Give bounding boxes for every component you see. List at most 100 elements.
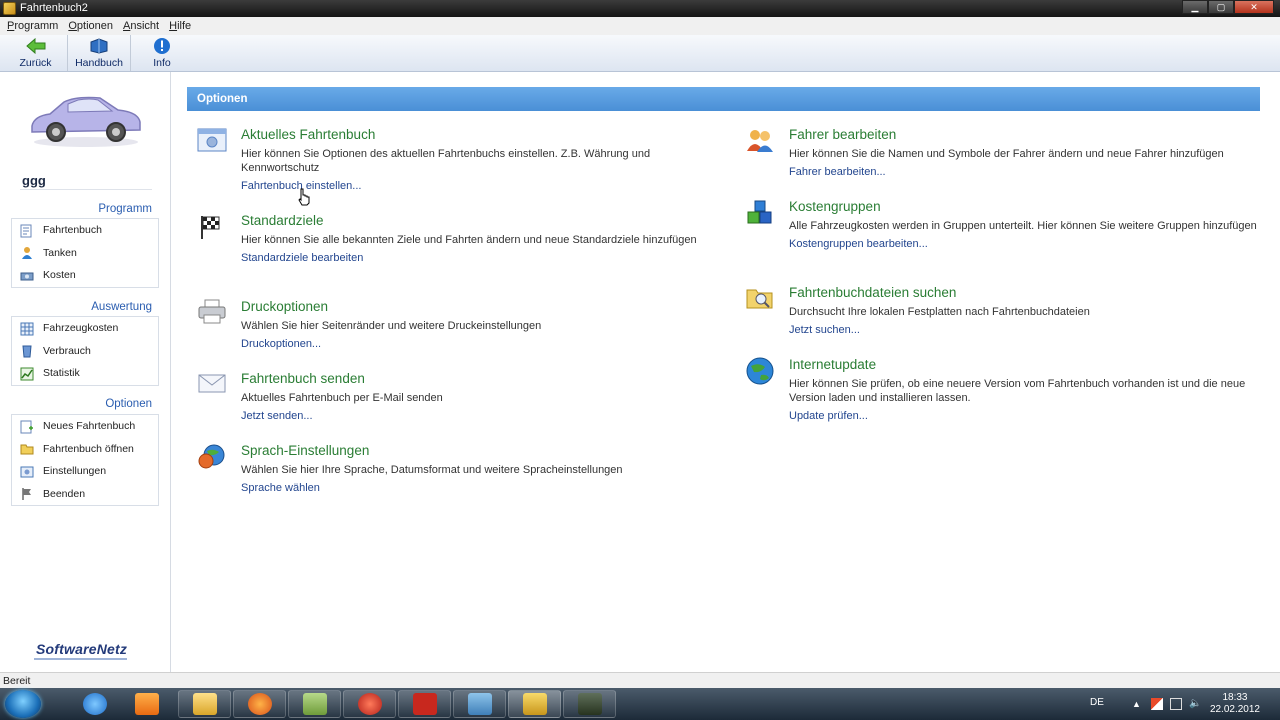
cubes-icon: [745, 199, 775, 227]
filezilla-icon: [412, 693, 437, 715]
window-title: Fahrtenbuch2: [20, 2, 88, 14]
option-link[interactable]: Update prüfen...: [789, 410, 1259, 422]
people-icon: [467, 693, 492, 715]
option-description: Hier können Sie alle bekannten Ziele und…: [241, 234, 697, 246]
option-title: Fahrtenbuch senden: [241, 371, 365, 386]
title-bar: Fahrtenbuch2 ▁ ▢ ✕: [0, 0, 1280, 17]
start-button[interactable]: [5, 690, 41, 718]
language-indicator[interactable]: DE: [1090, 697, 1104, 708]
car-icon: [28, 92, 144, 151]
info-button[interactable]: Info: [131, 35, 193, 71]
sidebar-item-beenden[interactable]: Beenden: [12, 483, 158, 506]
flag-icon: [20, 487, 34, 501]
section-banner: Optionen: [187, 87, 1260, 111]
taskbar-firefox[interactable]: [233, 690, 286, 718]
sidebar-item-label: Fahrtenbuch öffnen: [43, 442, 134, 455]
menu-ansicht[interactable]: Ansicht: [119, 20, 163, 32]
clock[interactable]: 18:33 22.02.2012: [1210, 692, 1260, 716]
option-description: Hier können Sie prüfen, ob eine neuere V…: [789, 378, 1246, 404]
back-button[interactable]: Zurück: [0, 35, 68, 71]
sidebar-item-label: Beenden: [43, 487, 86, 500]
option-link[interactable]: Standardziele bearbeiten: [241, 252, 711, 264]
taskbar-explorer[interactable]: [178, 690, 231, 718]
table-icon: [20, 322, 34, 336]
group-title-auswertung: Auswertung: [91, 301, 152, 313]
option-title: Aktuelles Fahrtenbuch: [241, 127, 376, 142]
sidebar-item-verbrauch[interactable]: Verbrauch: [12, 340, 158, 363]
sidebar-item-kosten[interactable]: Kosten: [12, 264, 158, 287]
car-icon: [522, 693, 547, 715]
app-icon: [357, 693, 382, 715]
toolbar: Zurück Handbuch Info: [0, 35, 1280, 72]
volume-icon[interactable]: 🔈: [1189, 698, 1201, 710]
taskbar-notes[interactable]: [288, 690, 341, 718]
new-document-icon: [20, 420, 34, 434]
taskbar-app-people[interactable]: [453, 690, 506, 718]
taskbar-filezilla[interactable]: [398, 690, 451, 718]
taskbar-app-dark[interactable]: [563, 690, 616, 718]
option-title: Sprach-Einstellungen: [241, 443, 370, 458]
option-link[interactable]: Jetzt suchen...: [789, 324, 1259, 336]
option-link[interactable]: Kostengruppen bearbeiten...: [789, 238, 1259, 250]
option-link[interactable]: Fahrer bearbeiten...: [789, 166, 1259, 178]
option-link[interactable]: Fahrtenbuch einstellen...: [241, 180, 711, 192]
group-optionen: Neues Fahrtenbuch Fahrtenbuch öffnen Ein…: [11, 414, 159, 506]
taskbar-app-red[interactable]: [343, 690, 396, 718]
clock-date: 22.02.2012: [1209, 704, 1260, 715]
manual-button[interactable]: Handbuch: [68, 35, 131, 71]
taskbar-media[interactable]: [120, 690, 173, 718]
divider: [20, 189, 152, 190]
option-title: Fahrer bearbeiten: [789, 127, 897, 142]
chevron-up-icon[interactable]: ▲: [1132, 698, 1144, 710]
option-description: Wählen Sie hier Seitenränder und weitere…: [241, 320, 542, 332]
taskbar-fahrtenbuch[interactable]: [508, 690, 561, 718]
chart-icon: [20, 367, 34, 381]
manual-label: Handbuch: [75, 57, 123, 69]
sidebar-item-einstellungen[interactable]: Einstellungen: [12, 460, 158, 483]
status-bar: Bereit: [0, 672, 1280, 688]
username: ggg: [22, 173, 46, 188]
sidebar-item-label: Kosten: [43, 269, 76, 282]
sidebar-item-fahrtenbuch[interactable]: Fahrtenbuch: [12, 219, 158, 242]
person-icon: [20, 246, 34, 260]
menu-optionen[interactable]: Optionen: [64, 20, 117, 32]
option-fahrtenbuchdateien-suchen: Fahrtenbuchdateien suchen Durchsucht Ihr…: [746, 285, 1259, 336]
option-link[interactable]: Sprache wählen: [241, 482, 711, 494]
info-label: Info: [153, 57, 171, 69]
option-description: Alle Fahrzeugkosten werden in Gruppen un…: [789, 220, 1257, 232]
sidebar-item-fahrzeugkosten[interactable]: Fahrzeugkosten: [12, 317, 158, 340]
menu-programm[interactable]: Programm: [3, 20, 62, 32]
option-title: Standardziele: [241, 213, 324, 228]
group-programm: Fahrtenbuch Tanken Kosten: [11, 218, 159, 288]
maximize-button[interactable]: ▢: [1208, 0, 1234, 14]
drivers-icon: [745, 127, 775, 155]
option-title: Kostengruppen: [789, 199, 881, 214]
fuel-icon: [20, 344, 34, 358]
flag-icon[interactable]: [1151, 698, 1163, 710]
group-title-optionen: Optionen: [105, 398, 152, 410]
money-icon: [20, 269, 34, 282]
system-tray: DE ▲ 🔈 18:33 22.02.2012: [1080, 688, 1280, 720]
sidebar-item-neues-fahrtenbuch[interactable]: Neues Fahrtenbuch: [12, 415, 158, 438]
option-sprach-einstellungen: Sprach-Einstellungen Wählen Sie hier Ihr…: [198, 443, 711, 494]
main-content: Optionen Aktuelles Fahrtenbuch Hier könn…: [172, 72, 1280, 672]
sidebar-item-statistik[interactable]: Statistik: [12, 362, 158, 385]
sidebar-item-tanken[interactable]: Tanken: [12, 242, 158, 265]
sidebar-item-label: Einstellungen: [43, 465, 107, 478]
brand-logo: SoftwareNetz: [33, 641, 128, 660]
sidebar-item-fahrtenbuch-oeffnen[interactable]: Fahrtenbuch öffnen: [12, 438, 158, 461]
option-fahrer-bearbeiten: Fahrer bearbeiten Hier können Sie die Na…: [747, 127, 1259, 178]
network-icon[interactable]: [1170, 698, 1182, 710]
close-button[interactable]: ✕: [1234, 0, 1274, 14]
checkered-flag-icon: [197, 213, 227, 241]
option-link[interactable]: Jetzt senden...: [241, 410, 711, 422]
sidebar-item-label: Tanken: [43, 246, 77, 259]
option-title: Internetupdate: [789, 357, 877, 372]
internet-explorer-icon: [82, 693, 107, 715]
taskbar-ie[interactable]: [68, 690, 121, 718]
menu-hilfe[interactable]: Hilfe: [165, 20, 195, 32]
minimize-button[interactable]: ▁: [1182, 0, 1208, 14]
option-link[interactable]: Druckoptionen...: [241, 338, 711, 350]
settings-window-icon: [197, 127, 227, 155]
option-description: Hier können Sie Optionen des aktuellen F…: [241, 148, 651, 174]
